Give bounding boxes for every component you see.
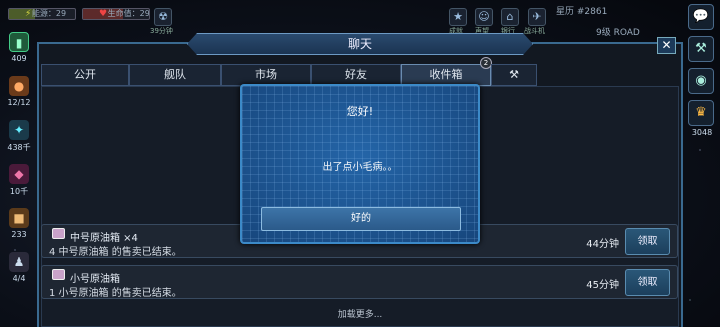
tab-friends[interactable]: 好友 bbox=[311, 64, 401, 86]
face-icon[interactable]: ☺ bbox=[475, 8, 493, 26]
crystal-icon: ✦ bbox=[9, 120, 29, 140]
energy-bar: ⚡ 能源：29 bbox=[8, 8, 76, 20]
mail-title: 小号原油箱 bbox=[70, 274, 120, 285]
timer-label: 39分钟 bbox=[150, 27, 173, 35]
jet-icon[interactable]: ✈ bbox=[528, 8, 546, 26]
battery-icon: ▮ bbox=[9, 32, 29, 52]
star-icon[interactable]: ★ bbox=[449, 8, 467, 26]
heart-icon: ♥ bbox=[99, 9, 108, 19]
sidebar-item-battery[interactable]: ▮ 409 bbox=[5, 32, 33, 74]
sidebar-item-gem[interactable]: ◆ 10千 bbox=[5, 164, 33, 206]
hammer-icon: ⚒ bbox=[509, 68, 519, 81]
level-label: 9级 ROAD bbox=[596, 28, 640, 38]
eye-icon[interactable]: ◉ bbox=[688, 68, 714, 94]
crate-icon bbox=[52, 269, 65, 280]
dialog-message: 出了点小毛病。。 bbox=[322, 162, 398, 173]
ok-button[interactable]: 好的 bbox=[261, 207, 461, 231]
starmap-info: 星历 #2861 9级 ROAD bbox=[556, 4, 640, 38]
error-dialog: 您好! 出了点小毛病。。 好的 bbox=[240, 84, 480, 244]
right-sidebar: 💬 ⚒ ◉ ♛ 3048 bbox=[688, 4, 716, 143]
close-icon: ✕ bbox=[661, 38, 672, 52]
tab-inbox-label: 收件箱 bbox=[429, 68, 463, 81]
gem-icon: ◆ bbox=[9, 164, 29, 184]
tab-tools[interactable]: ⚒ bbox=[491, 64, 537, 86]
people-icon: ♟ bbox=[9, 252, 29, 272]
tab-market[interactable]: 市场 bbox=[221, 64, 311, 86]
sidebar-item-ore[interactable]: ● 12/12 bbox=[5, 76, 33, 118]
claim-button[interactable]: 领取 bbox=[625, 228, 670, 255]
starmap-label: 星历 #2861 bbox=[556, 7, 608, 17]
crate-icon bbox=[52, 228, 65, 239]
wrench-icon[interactable]: ⚒ bbox=[688, 36, 714, 62]
close-button[interactable]: ✕ bbox=[657, 37, 676, 54]
ore-icon: ● bbox=[9, 76, 29, 96]
health-bar: ♥ 生命值：29 bbox=[82, 8, 150, 20]
chat-title: 聊天 bbox=[187, 33, 533, 55]
sidebar-item-people[interactable]: ♟ 4/4 bbox=[5, 252, 33, 294]
sidebar-item-crate[interactable]: ■ 233 bbox=[5, 208, 33, 250]
sidebar-item-crystal[interactable]: ✦ 438千 bbox=[5, 120, 33, 162]
dialog-title: 您好! bbox=[346, 105, 374, 118]
trophy-value: 3048 bbox=[691, 128, 713, 137]
trophy-icon[interactable]: ♛ bbox=[688, 100, 714, 126]
left-sidebar: ▮ 409 ● 12/12 ✦ 438千 ◆ 10千 ■ 233 ♟ 4/4 bbox=[5, 30, 33, 294]
mail-time: 44分钟 bbox=[586, 239, 619, 250]
mail-subject: 4 中号原油箱 的售卖已结束。 bbox=[49, 247, 182, 258]
lightning-icon: ⚡ bbox=[25, 9, 32, 19]
claim-button[interactable]: 领取 bbox=[625, 269, 670, 296]
radiation-icon[interactable]: ☢ bbox=[154, 8, 172, 26]
tab-public[interactable]: 公开 bbox=[41, 64, 129, 86]
mail-time: 45分钟 bbox=[586, 280, 619, 291]
tab-fleet[interactable]: 舰队 bbox=[129, 64, 221, 86]
bank-icon[interactable]: ⌂ bbox=[501, 8, 519, 26]
mail-subject: 1 小号原油箱 的售卖已结束。 bbox=[49, 288, 182, 299]
crate-icon: ■ bbox=[9, 208, 29, 228]
list-item: 小号原油箱 1 小号原油箱 的售卖已结束。 45分钟 领取 bbox=[41, 265, 678, 299]
tab-inbox[interactable]: 收件箱 2 bbox=[401, 57, 492, 86]
chat-bubble-icon[interactable]: 💬 bbox=[688, 4, 714, 30]
load-more-link[interactable]: 加载更多... bbox=[0, 307, 720, 320]
mail-title: 中号原油箱 ×4 bbox=[70, 233, 138, 244]
